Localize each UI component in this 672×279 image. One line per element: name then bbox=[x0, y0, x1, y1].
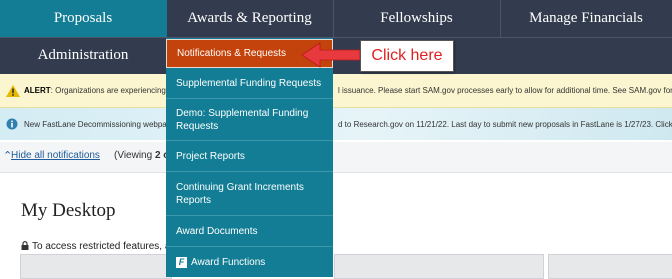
page-title: My Desktop bbox=[21, 200, 116, 221]
alert2-text-left: New FastLane Decommissioning webpage bbox=[24, 120, 176, 129]
nav-divider bbox=[333, 0, 334, 38]
nav-fellowships[interactable]: Fellowships bbox=[333, 0, 500, 36]
fastlane-f-icon: F bbox=[176, 256, 187, 268]
restricted-notice: To access restricted features, a bbox=[21, 241, 170, 252]
nav-administration[interactable]: Administration bbox=[0, 37, 166, 73]
viewing-count: (Viewing 2 o bbox=[114, 150, 169, 161]
menu-item-continuing-grant[interactable]: Continuing Grant Increments Reports bbox=[166, 172, 333, 216]
alert-banner-sam: ALERT: Organizations are experiencing d … bbox=[0, 74, 672, 108]
nav-manage-financials[interactable]: Manage Financials bbox=[500, 0, 672, 36]
menu-item-award-functions[interactable]: F Award Functions bbox=[166, 247, 333, 277]
nav-divider bbox=[500, 0, 501, 38]
menu-item-label: Award Functions bbox=[191, 256, 266, 268]
info-icon bbox=[6, 118, 18, 130]
desktop-panel-right bbox=[548, 254, 672, 279]
warning-icon bbox=[6, 85, 20, 97]
annotation-arrow-icon bbox=[301, 42, 361, 68]
menu-item-label: Demo: Supplemental Funding Requests bbox=[176, 107, 309, 132]
awards-reporting-dropdown: Notifications & Requests Supplemental Fu… bbox=[166, 38, 333, 277]
restricted-text: To access restricted features, a bbox=[32, 241, 171, 252]
menu-item-label: Award Documents bbox=[176, 225, 258, 237]
nav-row-divider bbox=[0, 37, 672, 38]
lock-icon bbox=[21, 241, 29, 250]
click-here-callout: Click here bbox=[360, 40, 454, 72]
menu-item-supplemental-funding[interactable]: Supplemental Funding Requests bbox=[166, 69, 333, 99]
menu-item-label: Project Reports bbox=[176, 150, 245, 162]
alert-label: ALERT bbox=[24, 86, 51, 95]
menu-item-demo-supplemental-funding[interactable]: Demo: Supplemental Funding Requests bbox=[166, 99, 333, 141]
desktop-panel-left bbox=[20, 254, 172, 279]
nav-proposals[interactable]: Proposals bbox=[0, 0, 166, 36]
alert-text-right: l issuance. Please start SAM.gov process… bbox=[338, 86, 672, 95]
desktop-panel-middle bbox=[334, 254, 544, 279]
menu-item-label: Supplemental Funding Requests bbox=[176, 78, 322, 89]
nav-awards-reporting[interactable]: Awards & Reporting bbox=[166, 0, 333, 36]
menu-item-label: Notifications & Requests bbox=[177, 48, 286, 59]
notification-controls: ⌃ Hide all notifications (Viewing 2 o bbox=[0, 142, 672, 173]
alert2-text-right: d to Research.gov on 11/21/22. Last day … bbox=[338, 120, 672, 129]
alert-text-left: : Organizations are experiencing d bbox=[50, 86, 173, 95]
hide-notifications-link[interactable]: Hide all notifications bbox=[11, 150, 100, 161]
menu-item-label: Continuing Grant Increments Reports bbox=[176, 181, 304, 206]
menu-item-project-reports[interactable]: Project Reports bbox=[166, 141, 333, 172]
alert-banner-fastlane: New FastLane Decommissioning webpage d t… bbox=[0, 108, 672, 140]
viewing-prefix: (Viewing bbox=[114, 150, 155, 161]
menu-item-award-documents[interactable]: Award Documents bbox=[166, 216, 333, 247]
